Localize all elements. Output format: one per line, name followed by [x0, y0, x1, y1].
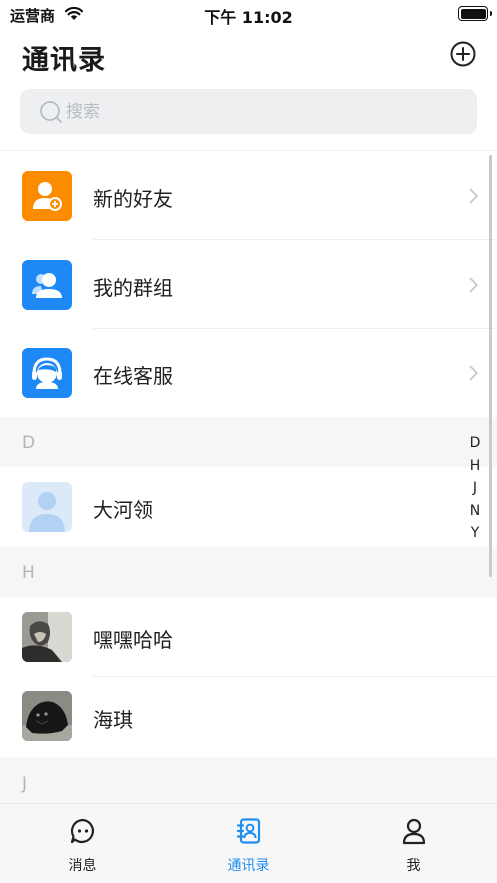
contacts-icon: [236, 818, 261, 844]
battery-level: [460, 8, 486, 19]
contact-row[interactable]: 大河领: [0, 467, 497, 547]
contact-row[interactable]: 嘿嘿哈哈: [0, 597, 497, 677]
default-avatar: [22, 482, 72, 532]
tab-contacts[interactable]: 通讯录: [166, 804, 331, 883]
photo-avatar: [22, 612, 72, 662]
search-input[interactable]: [66, 89, 456, 134]
row-label: 新的好友: [93, 187, 173, 211]
row-my-groups[interactable]: 我的群组: [0, 240, 497, 329]
battery-icon: [458, 6, 492, 21]
section-letter: H: [22, 563, 35, 583]
row-customer-service[interactable]: 在线客服: [0, 329, 497, 417]
contact-name: 大河领: [93, 498, 153, 522]
tab-profile[interactable]: 我: [331, 804, 496, 883]
section-header-d: D: [0, 417, 497, 467]
section-letter: D: [22, 433, 36, 453]
profile-icon: [402, 818, 426, 845]
tab-label: 消息: [68, 858, 97, 874]
chevron-right-icon: [469, 365, 479, 381]
section-letter: J: [22, 774, 28, 794]
tab-messages[interactable]: 消息: [0, 804, 165, 883]
search-bar[interactable]: [20, 89, 477, 134]
tab-bar: 消息 通讯录 我: [0, 803, 497, 883]
add-friend-icon: [22, 171, 72, 221]
panther-photo-avatar: [22, 691, 72, 741]
row-label: 在线客服: [93, 364, 173, 388]
index-letter-n[interactable]: N: [465, 500, 485, 523]
tab-label: 我: [406, 858, 421, 874]
status-time: 下午 11:02: [204, 8, 293, 27]
page-title: 通讯录: [22, 45, 106, 76]
customer-service-icon: [22, 348, 72, 398]
index-letter-j[interactable]: J: [465, 477, 485, 500]
chevron-right-icon: [469, 188, 479, 204]
status-bar: 运营商 下午 11:02: [0, 0, 497, 28]
section-header-j: J: [0, 757, 497, 803]
add-button[interactable]: [450, 41, 476, 67]
scrollbar[interactable]: [489, 155, 492, 577]
row-new-friends[interactable]: 新的好友: [0, 151, 497, 240]
chevron-right-icon: [469, 277, 479, 293]
row-label: 我的群组: [93, 276, 173, 300]
group-icon: [22, 260, 72, 310]
index-letter-y[interactable]: Y: [465, 522, 485, 545]
contact-row[interactable]: 海琪: [0, 677, 497, 757]
contact-name: 嘿嘿哈哈: [93, 628, 173, 652]
message-icon: [70, 818, 95, 844]
search-icon: [40, 101, 62, 123]
tab-label: 通讯录: [227, 858, 270, 874]
contact-name: 海琪: [93, 708, 133, 732]
index-letter-d[interactable]: D: [465, 432, 485, 455]
alphabet-index[interactable]: D H J N Y: [465, 432, 485, 545]
section-header-h: H: [0, 547, 497, 597]
index-letter-h[interactable]: H: [465, 455, 485, 478]
